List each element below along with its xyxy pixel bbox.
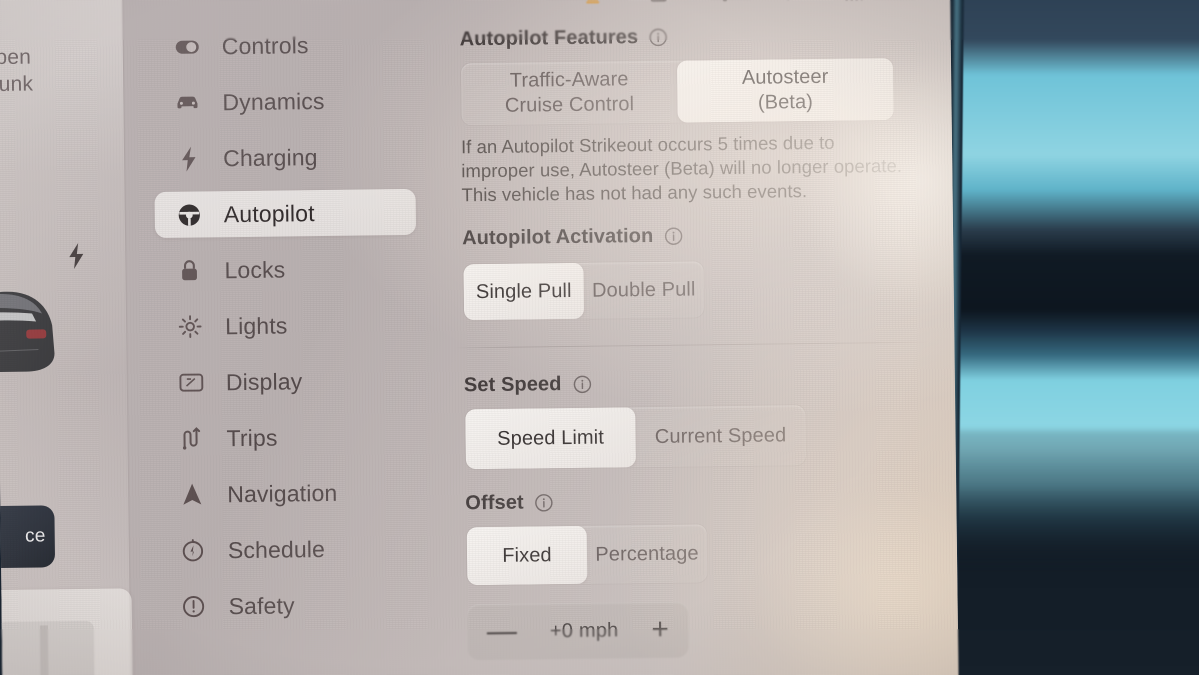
autopilot-features-title: Autopilot Features [459, 26, 639, 51]
sun-icon [177, 313, 203, 339]
autopilot-features-heading: Autopilot Features [460, 22, 951, 51]
sidebar-item-label: Safety [228, 591, 295, 619]
info-icon[interactable] [664, 227, 683, 246]
segment-traffic-aware-cruise-control[interactable]: Traffic-Aware Cruise Control [461, 61, 678, 126]
set-speed-heading: Set Speed [464, 368, 955, 397]
sidebar-item-lights[interactable]: Lights [156, 301, 418, 350]
sidebar-item-safety[interactable]: Safety [159, 581, 421, 630]
tesla-touchscreen: — ••• [0, 0, 959, 675]
alert-circle-icon [180, 593, 206, 619]
settings-sidebar: Controls Dynamics Charging Autopilot Loc… [123, 0, 444, 675]
segment-label-line1: Traffic-Aware [509, 68, 629, 92]
set-speed-group: Set Speed Speed Limit Current Speed [464, 368, 956, 471]
sidebar-item-label: Trips [226, 424, 278, 451]
service-chip-label: ce [24, 525, 46, 547]
autopilot-features-group: Autopilot Features Traffic-Aware Cruise … [460, 22, 953, 207]
autopilot-activation-segmented-control: Single Pull Double Pull [462, 260, 706, 322]
set-speed-title: Set Speed [463, 373, 562, 397]
segment-percentage[interactable]: Percentage [587, 524, 708, 583]
info-icon[interactable] [649, 28, 668, 47]
service-chip[interactable]: ce [0, 505, 56, 569]
sidebar-item-display[interactable]: Display [157, 357, 419, 406]
steering-wheel-icon [176, 201, 202, 227]
offset-increment-button[interactable]: + [651, 613, 669, 646]
sidebar-item-navigation[interactable]: Navigation [158, 469, 420, 518]
offset-group: Offset Fixed Percentage — +0 mph + [465, 486, 958, 661]
section-divider [453, 341, 931, 349]
background-exterior-shadow [948, 430, 1199, 675]
sidebar-item-locks[interactable]: Locks [155, 245, 417, 294]
sidebar-item-label: Controls [221, 31, 309, 59]
bolt-icon [175, 145, 201, 172]
offset-value: +0 mph [549, 618, 619, 642]
segment-label-line2: (Beta) [757, 91, 814, 114]
autopilot-features-segmented-control: Traffic-Aware Cruise Control Autosteer (… [459, 57, 895, 127]
vehicle-bottom-card-divider [39, 625, 49, 675]
segment-current-speed[interactable]: Current Speed [635, 405, 806, 467]
display-icon [178, 369, 204, 395]
sidebar-item-label: Schedule [227, 535, 326, 563]
toggle-icon [174, 33, 200, 59]
sidebar-item-charging[interactable]: Charging [154, 133, 416, 182]
offset-stepper: — +0 mph + [466, 601, 690, 661]
offset-segmented-control: Fixed Percentage [465, 523, 709, 587]
sidebar-item-label: Display [225, 367, 303, 395]
segment-label-line2: Cruise Control [504, 93, 635, 117]
sidebar-item-dynamics[interactable]: Dynamics [153, 77, 415, 126]
autopilot-activation-group: Autopilot Activation Single Pull Double … [462, 221, 954, 322]
open-trunk-label[interactable]: Open Trunk [0, 43, 99, 98]
charging-bolt-icon [67, 242, 85, 274]
schedule-clock-icon [180, 537, 206, 563]
photograph-of-tesla-touchscreen: — ••• [0, 0, 1199, 675]
sidebar-item-label: Charging [222, 143, 318, 171]
autopilot-strikeout-note: If an Autopilot Strikeout occurs 5 times… [460, 131, 903, 206]
segment-single-pull[interactable]: Single Pull [463, 262, 585, 321]
vehicle-rear-image [0, 291, 55, 373]
sidebar-item-autopilot[interactable]: Autopilot [154, 188, 417, 239]
offset-title: Offset [465, 491, 524, 515]
sidebar-item-trips[interactable]: Trips [157, 413, 419, 462]
segment-double-pull[interactable]: Double Pull [583, 261, 704, 318]
autopilot-activation-heading: Autopilot Activation [462, 221, 953, 250]
sidebar-item-label: Locks [224, 255, 286, 283]
sidebar-item-label: Autopilot [223, 199, 315, 227]
navigation-arrow-icon [179, 481, 205, 507]
info-icon[interactable] [572, 375, 591, 394]
segment-autosteer-beta[interactable]: Autosteer (Beta) [676, 58, 894, 123]
segment-speed-limit[interactable]: Speed Limit [465, 407, 636, 470]
segment-fixed[interactable]: Fixed [466, 525, 588, 586]
sidebar-item-label: Dynamics [222, 87, 325, 115]
autopilot-activation-title: Autopilot Activation [461, 224, 654, 250]
sidebar-item-controls[interactable]: Controls [152, 21, 414, 70]
offset-heading: Offset [465, 486, 956, 515]
sidebar-item-label: Navigation [227, 479, 338, 507]
info-icon[interactable] [535, 493, 554, 512]
lock-icon [176, 257, 202, 283]
autopilot-settings-pane: Autopilot Features Traffic-Aware Cruise … [435, 0, 959, 675]
sidebar-item-label: Lights [225, 311, 288, 339]
car-front-icon [174, 89, 200, 115]
sidebar-item-schedule[interactable]: Schedule [159, 525, 421, 574]
trips-icon [178, 425, 204, 451]
set-speed-segmented-control: Speed Limit Current Speed [464, 404, 807, 471]
offset-decrement-button[interactable]: — [487, 615, 517, 648]
segment-label-line1: Autosteer [741, 65, 829, 89]
